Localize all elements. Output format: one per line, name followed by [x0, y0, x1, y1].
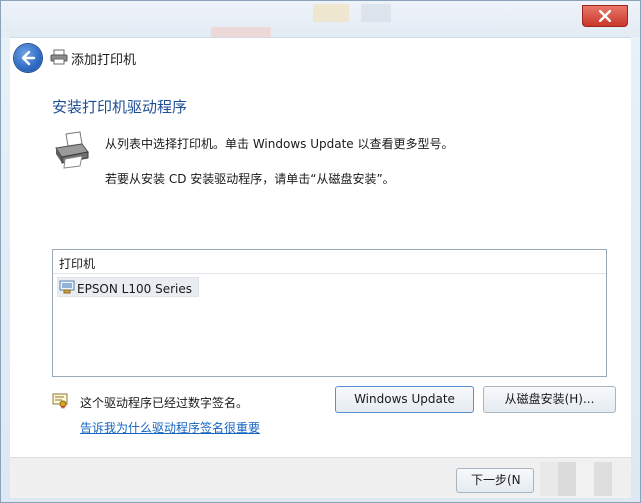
have-disk-button[interactable]: 从磁盘安装(H)... — [483, 386, 616, 413]
back-arrow-icon — [21, 50, 36, 66]
page-heading: 安装打印机驱动程序 — [52, 98, 188, 116]
background-blur — [211, 27, 271, 37]
list-item[interactable]: EPSON L100 Series — [57, 277, 199, 297]
navigation-row: 添加打印机 — [10, 38, 631, 78]
description-line-2: 若要从安装 CD 安装驱动程序，请单击“从磁盘安装”。 — [105, 172, 395, 186]
printer-list-header[interactable]: 打印机 — [53, 250, 606, 274]
certificate-icon — [52, 393, 68, 409]
printer-name: EPSON L100 Series — [77, 282, 192, 296]
printer-driver-icon — [59, 280, 75, 294]
description-line-1: 从列表中选择打印机。单击 Windows Update 以查看更多型号。 — [105, 137, 454, 151]
footer-bar: 下一步(N — [10, 457, 631, 498]
wizard-window: 添加打印机 安装打印机驱动程序 从列表中选择打印机。单击 Windows Upd… — [0, 0, 641, 503]
next-button[interactable]: 下一步(N — [456, 468, 534, 493]
printer-icon — [50, 49, 68, 65]
background-blur — [313, 4, 349, 22]
close-button[interactable] — [582, 5, 628, 27]
driver-signing-link[interactable]: 告诉我为什么驱动程序签名很重要 — [80, 419, 260, 436]
printer-list[interactable]: 打印机 EPSON L100 Series — [52, 249, 607, 377]
windows-update-button[interactable]: Windows Update — [335, 386, 474, 413]
title-bar — [1, 1, 640, 37]
close-icon — [599, 10, 611, 22]
printer-column-label: 打印机 — [59, 257, 96, 271]
obscured-region — [540, 462, 630, 496]
wizard-content: 添加打印机 安装打印机驱动程序 从列表中选择打印机。单击 Windows Upd… — [10, 37, 631, 458]
printer-illustration-icon — [55, 131, 89, 169]
signature-status: 这个驱动程序已经过数字签名。 — [80, 396, 249, 410]
back-button[interactable] — [14, 44, 42, 72]
background-blur — [361, 4, 391, 22]
window-title: 添加打印机 — [71, 53, 137, 68]
